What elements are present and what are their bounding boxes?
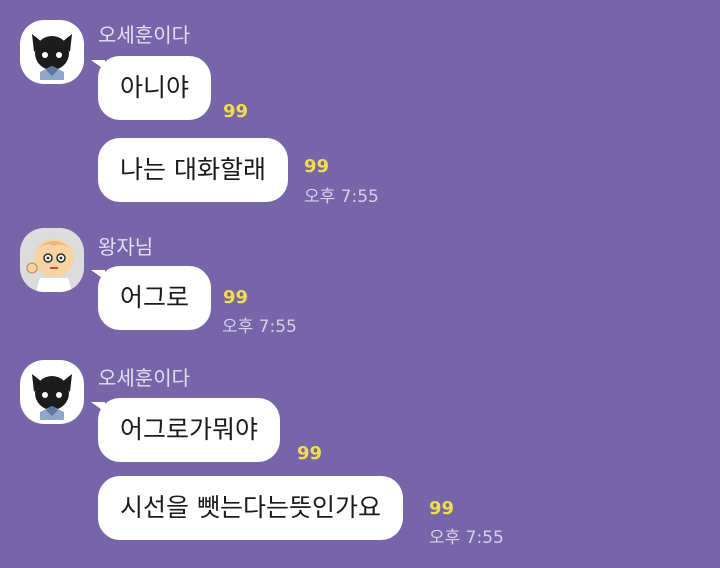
message-text: 시선을 뺏는다는뜻인가요 <box>120 493 381 522</box>
sender-avatar[interactable] <box>20 360 84 424</box>
message-bubble[interactable]: 어그로가뭐야 <box>90 398 281 462</box>
message-text: 어그로가뭐야 <box>120 415 259 444</box>
sender-name: 오세훈이다 <box>98 366 190 390</box>
message-bubble[interactable]: 시선을 뺏는다는뜻인가요 <box>98 476 403 540</box>
message-timestamp: 오후 7:55 <box>222 317 297 337</box>
message-timestamp: 오후 7:55 <box>429 528 504 548</box>
message-bubble[interactable]: 아니야 <box>90 56 212 120</box>
kuromi-style-cat-avatar-icon <box>32 34 72 80</box>
sender-avatar[interactable] <box>20 228 84 292</box>
sender-name: 오세훈이다 <box>98 23 190 47</box>
unread-count: 99 <box>304 156 330 177</box>
message-timestamp: 오후 7:55 <box>304 187 379 207</box>
unread-count: 99 <box>429 498 455 519</box>
sender-avatar[interactable] <box>20 20 84 84</box>
message-bubble[interactable]: 어그로 <box>90 266 212 330</box>
kuromi-style-cat-avatar-icon <box>32 374 72 420</box>
unread-count: 99 <box>223 101 249 122</box>
peach-character-avatar-icon <box>26 239 74 292</box>
sender-name: 왕자님 <box>98 235 154 259</box>
message-text: 어그로 <box>120 283 190 312</box>
message-text: 아니야 <box>120 73 190 102</box>
unread-count: 99 <box>223 287 249 308</box>
message-text: 나는 대화할래 <box>120 155 266 184</box>
unread-count: 99 <box>297 443 323 464</box>
message-bubble[interactable]: 나는 대화할래 <box>98 138 288 202</box>
